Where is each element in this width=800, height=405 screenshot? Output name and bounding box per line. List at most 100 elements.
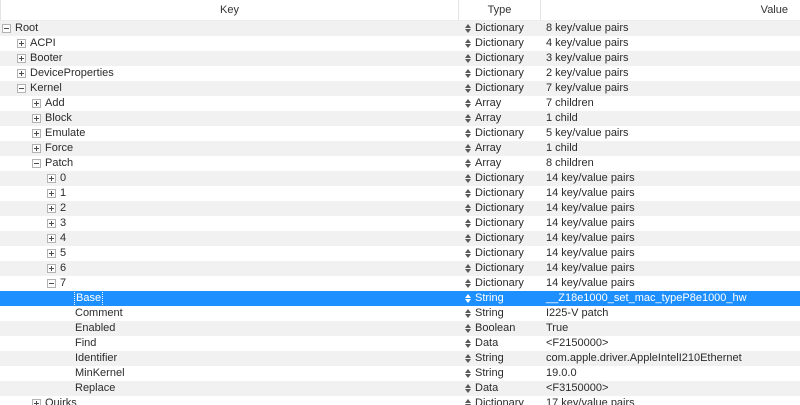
up-down-arrows-icon[interactable] <box>464 399 471 405</box>
value-cell[interactable]: 8 key/value pairs <box>540 21 800 36</box>
value-cell[interactable]: 14 key/value pairs <box>540 276 800 291</box>
plus-box-icon[interactable] <box>47 264 56 273</box>
up-down-arrows-icon[interactable] <box>464 219 471 228</box>
tree-row[interactable]: Emulate Dictionary 5 key/value pairs <box>0 126 800 141</box>
value-cell[interactable]: 14 key/value pairs <box>540 186 800 201</box>
plus-box-icon[interactable] <box>47 204 56 213</box>
minus-box-icon[interactable] <box>47 279 56 288</box>
type-cell[interactable]: Dictionary <box>458 66 540 81</box>
up-down-arrows-icon[interactable] <box>464 144 471 153</box>
up-down-arrows-icon[interactable] <box>464 264 471 273</box>
value-cell[interactable]: 1 child <box>540 111 800 126</box>
tree-row[interactable]: DeviceProperties Dictionary 2 key/value … <box>0 66 800 81</box>
tree-row[interactable]: Kernel Dictionary 7 key/value pairs <box>0 81 800 96</box>
plus-box-icon[interactable] <box>47 219 56 228</box>
type-cell[interactable]: Dictionary <box>458 51 540 66</box>
minus-box-icon[interactable] <box>17 84 26 93</box>
tree-row[interactable]: 2 Dictionary 14 key/value pairs <box>0 201 800 216</box>
tree-row[interactable]: Add Array 7 children <box>0 96 800 111</box>
value-cell[interactable]: 14 key/value pairs <box>540 261 800 276</box>
up-down-arrows-icon[interactable] <box>464 39 471 48</box>
value-cell[interactable]: 4 key/value pairs <box>540 36 800 51</box>
tree-row[interactable]: Quirks Dictionary 17 key/value pairs <box>0 396 800 405</box>
up-down-arrows-icon[interactable] <box>464 99 471 108</box>
minus-box-icon[interactable] <box>32 159 41 168</box>
type-cell[interactable]: Dictionary <box>458 261 540 276</box>
up-down-arrows-icon[interactable] <box>464 159 471 168</box>
plus-box-icon[interactable] <box>47 174 56 183</box>
tree-row[interactable]: Block Array 1 child <box>0 111 800 126</box>
type-cell[interactable]: Dictionary <box>458 216 540 231</box>
plus-box-icon[interactable] <box>47 234 56 243</box>
up-down-arrows-icon[interactable] <box>464 204 471 213</box>
value-cell[interactable]: 2 key/value pairs <box>540 66 800 81</box>
plus-box-icon[interactable] <box>32 99 41 108</box>
up-down-arrows-icon[interactable] <box>464 129 471 138</box>
tree-row[interactable]: Force Array 1 child <box>0 141 800 156</box>
tree-row[interactable]: Replace Data <F3150000> <box>0 381 800 396</box>
type-cell[interactable]: String <box>458 306 540 321</box>
up-down-arrows-icon[interactable] <box>464 294 471 303</box>
tree-row[interactable]: Root Dictionary 8 key/value pairs <box>0 21 800 36</box>
plus-box-icon[interactable] <box>47 249 56 258</box>
up-down-arrows-icon[interactable] <box>464 309 471 318</box>
value-cell[interactable]: True <box>540 321 800 336</box>
type-cell[interactable]: String <box>458 366 540 381</box>
value-cell[interactable]: 5 key/value pairs <box>540 126 800 141</box>
tree-row[interactable]: 5 Dictionary 14 key/value pairs <box>0 246 800 261</box>
value-cell[interactable]: 3 key/value pairs <box>540 51 800 66</box>
plus-box-icon[interactable] <box>17 39 26 48</box>
up-down-arrows-icon[interactable] <box>464 189 471 198</box>
type-cell[interactable]: Dictionary <box>458 396 540 405</box>
tree-row[interactable]: 1 Dictionary 14 key/value pairs <box>0 186 800 201</box>
up-down-arrows-icon[interactable] <box>464 324 471 333</box>
type-cell[interactable]: Dictionary <box>458 276 540 291</box>
value-cell[interactable]: 14 key/value pairs <box>540 246 800 261</box>
tree-row[interactable]: 3 Dictionary 14 key/value pairs <box>0 216 800 231</box>
value-cell[interactable]: 8 children <box>540 156 800 171</box>
type-cell[interactable]: Dictionary <box>458 21 540 36</box>
tree-row[interactable]: Patch Array 8 children <box>0 156 800 171</box>
type-cell[interactable]: Dictionary <box>458 186 540 201</box>
type-cell[interactable]: Dictionary <box>458 201 540 216</box>
type-cell[interactable]: Dictionary <box>458 126 540 141</box>
value-cell[interactable]: 1 child <box>540 141 800 156</box>
plus-box-icon[interactable] <box>17 69 26 78</box>
up-down-arrows-icon[interactable] <box>464 339 471 348</box>
up-down-arrows-icon[interactable] <box>464 369 471 378</box>
type-cell[interactable]: Boolean <box>458 321 540 336</box>
type-cell[interactable]: Dictionary <box>458 36 540 51</box>
tree-row[interactable]: Enabled Boolean True <box>0 321 800 336</box>
up-down-arrows-icon[interactable] <box>464 354 471 363</box>
tree-row[interactable]: 0 Dictionary 14 key/value pairs <box>0 171 800 186</box>
up-down-arrows-icon[interactable] <box>464 84 471 93</box>
value-cell[interactable]: <F3150000> <box>540 381 800 396</box>
type-cell[interactable]: Array <box>458 156 540 171</box>
tree-row-selected[interactable]: Base String __Z18e1000_set_mac_typeP8e10… <box>0 291 800 306</box>
tree-row[interactable]: 6 Dictionary 14 key/value pairs <box>0 261 800 276</box>
type-cell[interactable]: Array <box>458 96 540 111</box>
plus-box-icon[interactable] <box>32 129 41 138</box>
column-header-key[interactable]: Key <box>0 0 458 20</box>
value-cell[interactable]: 19.0.0 <box>540 366 800 381</box>
value-cell[interactable]: 17 key/value pairs <box>540 396 800 405</box>
up-down-arrows-icon[interactable] <box>464 69 471 78</box>
value-cell[interactable]: 14 key/value pairs <box>540 201 800 216</box>
tree-row[interactable]: MinKernel String 19.0.0 <box>0 366 800 381</box>
tree-row[interactable]: 7 Dictionary 14 key/value pairs <box>0 276 800 291</box>
type-cell[interactable]: String <box>458 351 540 366</box>
up-down-arrows-icon[interactable] <box>464 174 471 183</box>
up-down-arrows-icon[interactable] <box>464 279 471 288</box>
minus-box-icon[interactable] <box>2 24 11 33</box>
up-down-arrows-icon[interactable] <box>464 234 471 243</box>
value-cell[interactable]: com.apple.driver.AppleIntelI210Ethernet <box>540 351 800 366</box>
type-cell[interactable]: Array <box>458 111 540 126</box>
plus-box-icon[interactable] <box>47 189 56 198</box>
type-cell[interactable]: String <box>458 291 540 306</box>
up-down-arrows-icon[interactable] <box>464 384 471 393</box>
plus-box-icon[interactable] <box>32 399 41 405</box>
tree-row[interactable]: ACPI Dictionary 4 key/value pairs <box>0 36 800 51</box>
column-header-type[interactable]: Type <box>458 0 540 20</box>
value-cell[interactable]: 7 key/value pairs <box>540 81 800 96</box>
type-cell[interactable]: Dictionary <box>458 246 540 261</box>
